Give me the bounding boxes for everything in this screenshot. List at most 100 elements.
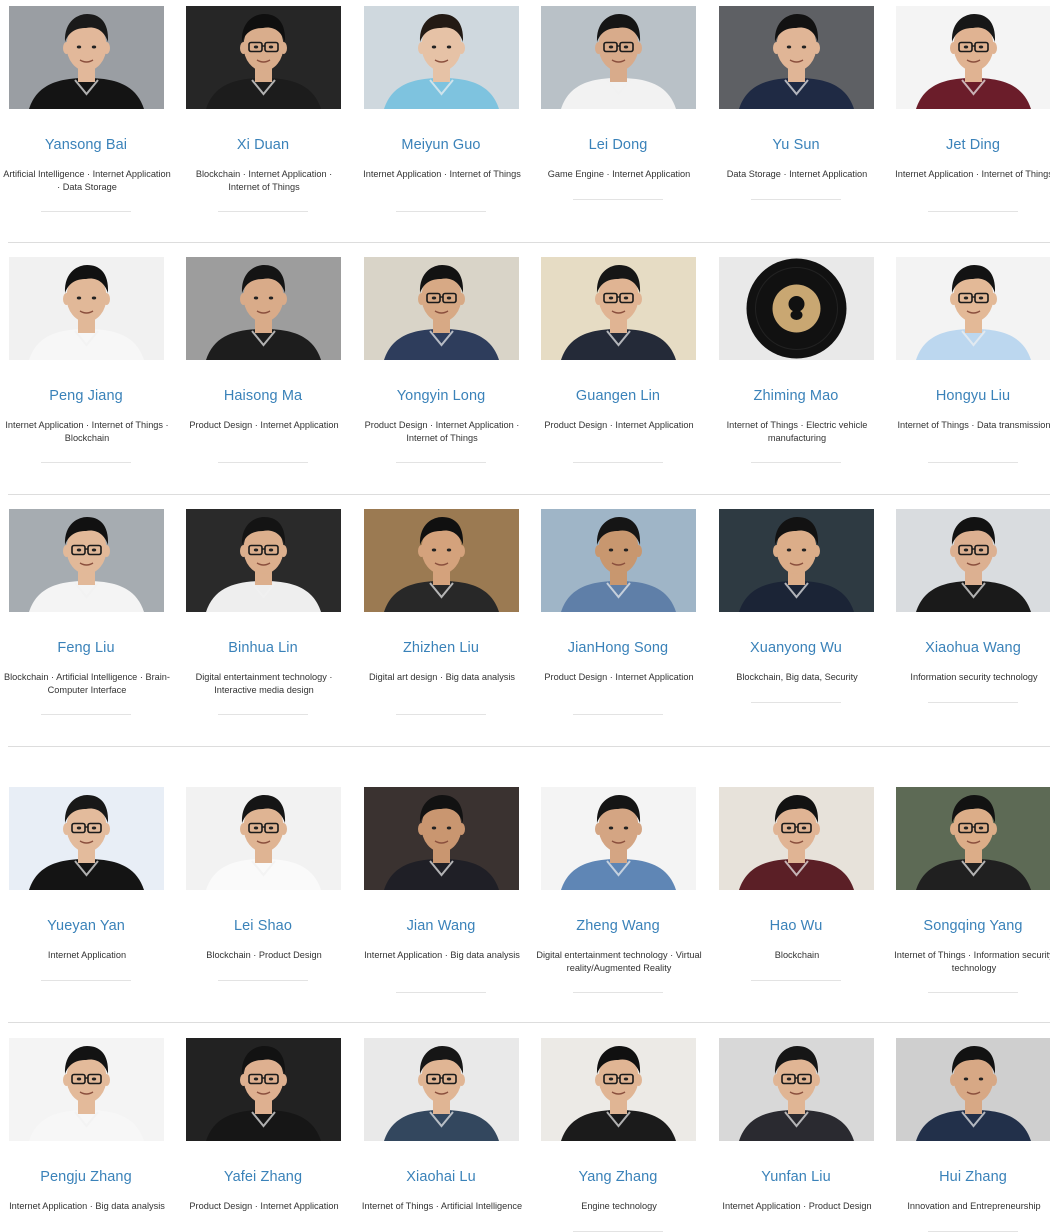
expert-photo[interactable] — [719, 1038, 874, 1141]
expert-card[interactable]: Yueyan Yan Internet Application — [0, 787, 178, 1017]
expert-photo[interactable] — [896, 1038, 1050, 1141]
expert-name-link[interactable]: Peng Jiang — [0, 388, 172, 404]
expert-card[interactable]: Hongyu Liu Internet of Things · Data tran… — [887, 257, 1050, 487]
expert-card[interactable]: Yang Zhang Engine technology — [532, 1038, 710, 1232]
expert-name-link[interactable]: Yu Sun — [710, 137, 882, 153]
expert-name-link[interactable]: Xi Duan — [177, 137, 349, 153]
expert-name-link[interactable]: Binhua Lin — [177, 640, 349, 656]
expert-photo[interactable] — [186, 1038, 341, 1141]
expert-card[interactable]: Haisong Ma Product Design · Internet Appl… — [177, 257, 355, 487]
expert-photo[interactable] — [719, 509, 874, 612]
expert-name-link[interactable]: Lei Dong — [532, 137, 704, 153]
expert-photo[interactable] — [364, 1038, 519, 1141]
card-divider — [396, 211, 486, 212]
expert-card[interactable]: Zheng Wang Digital entertainment technolo… — [532, 787, 710, 1017]
expert-photo[interactable] — [9, 6, 164, 109]
expert-name-link[interactable]: Yunfan Liu — [710, 1169, 882, 1185]
expert-photo[interactable] — [896, 6, 1050, 109]
expert-name-link[interactable]: Lei Shao — [177, 918, 349, 934]
expert-card[interactable]: Zhizhen Liu Digital art design · Big data… — [355, 509, 533, 739]
expert-card[interactable]: Hui Zhang Innovation and Entrepreneurship — [887, 1038, 1050, 1232]
expert-card[interactable]: Yansong Bai Artificial Intelligence · Int… — [0, 6, 178, 236]
expert-name-link[interactable]: Songqing Yang — [887, 918, 1050, 934]
expert-photo[interactable] — [541, 1038, 696, 1141]
expert-photo[interactable] — [9, 257, 164, 360]
expert-name-link[interactable]: Yueyan Yan — [0, 918, 172, 934]
expert-name-link[interactable]: Jian Wang — [355, 918, 527, 934]
expert-photo[interactable] — [364, 787, 519, 890]
expert-card[interactable]: Lei Shao Blockchain · Product Design — [177, 787, 355, 1017]
expert-name-link[interactable]: Pengju Zhang — [0, 1169, 172, 1185]
expert-card[interactable]: Pengju Zhang Internet Application · Big d… — [0, 1038, 178, 1232]
expert-name-link[interactable]: Hui Zhang — [887, 1169, 1050, 1185]
expert-photo[interactable] — [719, 6, 874, 109]
expert-name-link[interactable]: Jet Ding — [887, 137, 1050, 153]
expert-card[interactable]: Binhua Lin Digital entertainment technolo… — [177, 509, 355, 739]
expert-photo[interactable] — [541, 509, 696, 612]
expert-name-link[interactable]: Hongyu Liu — [887, 388, 1050, 404]
expert-name-link[interactable]: Yongyin Long — [355, 388, 527, 404]
expert-name-link[interactable]: Guangen Lin — [532, 388, 704, 404]
expert-card[interactable]: Lei Dong Game Engine · Internet Applicati… — [532, 6, 710, 236]
portrait-image — [9, 6, 164, 109]
expert-card[interactable]: Jet Ding Internet Application · Internet … — [887, 6, 1050, 236]
expert-card[interactable]: JianHong Song Product Design · Internet A… — [532, 509, 710, 739]
expert-name-link[interactable]: JianHong Song — [532, 640, 704, 656]
expert-photo[interactable] — [364, 509, 519, 612]
expert-card[interactable]: Feng Liu Blockchain · Artificial Intellig… — [0, 509, 178, 739]
card-divider — [396, 462, 486, 463]
expert-photo[interactable] — [364, 6, 519, 109]
expert-card[interactable]: Peng Jiang Internet Application · Interne… — [0, 257, 178, 487]
portrait-image — [364, 257, 519, 360]
expert-photo[interactable] — [186, 509, 341, 612]
expert-card[interactable]: Songqing Yang Internet of Things · Inform… — [887, 787, 1050, 1017]
expert-photo[interactable] — [9, 787, 164, 890]
expert-name-link[interactable]: Yafei Zhang — [177, 1169, 349, 1185]
expert-fields: Internet Application · Internet of Thing… — [5, 420, 169, 443]
card-divider — [218, 211, 308, 212]
expert-photo[interactable] — [719, 787, 874, 890]
expert-photo[interactable] — [9, 509, 164, 612]
expert-card[interactable]: Xiaohua Wang Information security technol… — [887, 509, 1050, 739]
expert-card[interactable]: Xiaohai Lu Internet of Things · Artificia… — [355, 1038, 533, 1232]
expert-card[interactable]: Yu Sun Data Storage · Internet Applicatio… — [710, 6, 888, 236]
expert-card[interactable]: Zhiming Mao Internet of Things · Electric… — [710, 257, 888, 487]
expert-photo[interactable] — [896, 257, 1050, 360]
expert-card[interactable]: Yafei Zhang Product Design · Internet App… — [177, 1038, 355, 1232]
portrait-image — [719, 6, 874, 109]
expert-fields: Internet Application · Internet of Thing… — [895, 169, 1050, 179]
expert-name-link[interactable]: Xuanyong Wu — [710, 640, 882, 656]
expert-name-link[interactable]: Zheng Wang — [532, 918, 704, 934]
expert-photo[interactable] — [541, 787, 696, 890]
expert-card[interactable]: Guangen Lin Product Design · Internet App… — [532, 257, 710, 487]
expert-name-link[interactable]: Zhizhen Liu — [355, 640, 527, 656]
expert-name-link[interactable]: Haisong Ma — [177, 388, 349, 404]
expert-photo[interactable] — [719, 257, 874, 360]
expert-card[interactable]: Xuanyong Wu Blockchain, Big data, Securit… — [710, 509, 888, 739]
expert-name-link[interactable]: Zhiming Mao — [710, 388, 882, 404]
portrait-image — [541, 257, 696, 360]
expert-photo[interactable] — [896, 509, 1050, 612]
expert-card[interactable]: Xi Duan Blockchain · Internet Application… — [177, 6, 355, 236]
expert-fields: Digital art design · Big data analysis — [368, 672, 516, 682]
expert-name-link[interactable]: Xiaohua Wang — [887, 640, 1050, 656]
expert-card[interactable]: Yongyin Long Product Design · Internet Ap… — [355, 257, 533, 487]
expert-name-link[interactable]: Hao Wu — [710, 918, 882, 934]
expert-name-link[interactable]: Yang Zhang — [532, 1169, 704, 1185]
expert-name-link[interactable]: Yansong Bai — [0, 137, 172, 153]
expert-card[interactable]: Jian Wang Internet Application · Big data… — [355, 787, 533, 1017]
expert-name-link[interactable]: Feng Liu — [0, 640, 172, 656]
expert-photo[interactable] — [186, 257, 341, 360]
expert-photo[interactable] — [541, 6, 696, 109]
expert-photo[interactable] — [541, 257, 696, 360]
expert-photo[interactable] — [9, 1038, 164, 1141]
expert-name-link[interactable]: Meiyun Guo — [355, 137, 527, 153]
expert-photo[interactable] — [186, 787, 341, 890]
expert-card[interactable]: Meiyun Guo Internet Application · Interne… — [355, 6, 533, 236]
expert-card[interactable]: Hao Wu Blockchain — [710, 787, 888, 1017]
expert-name-link[interactable]: Xiaohai Lu — [355, 1169, 527, 1185]
expert-photo[interactable] — [364, 257, 519, 360]
expert-photo[interactable] — [896, 787, 1050, 890]
expert-card[interactable]: Yunfan Liu Internet Application · Product… — [710, 1038, 888, 1232]
expert-photo[interactable] — [186, 6, 341, 109]
